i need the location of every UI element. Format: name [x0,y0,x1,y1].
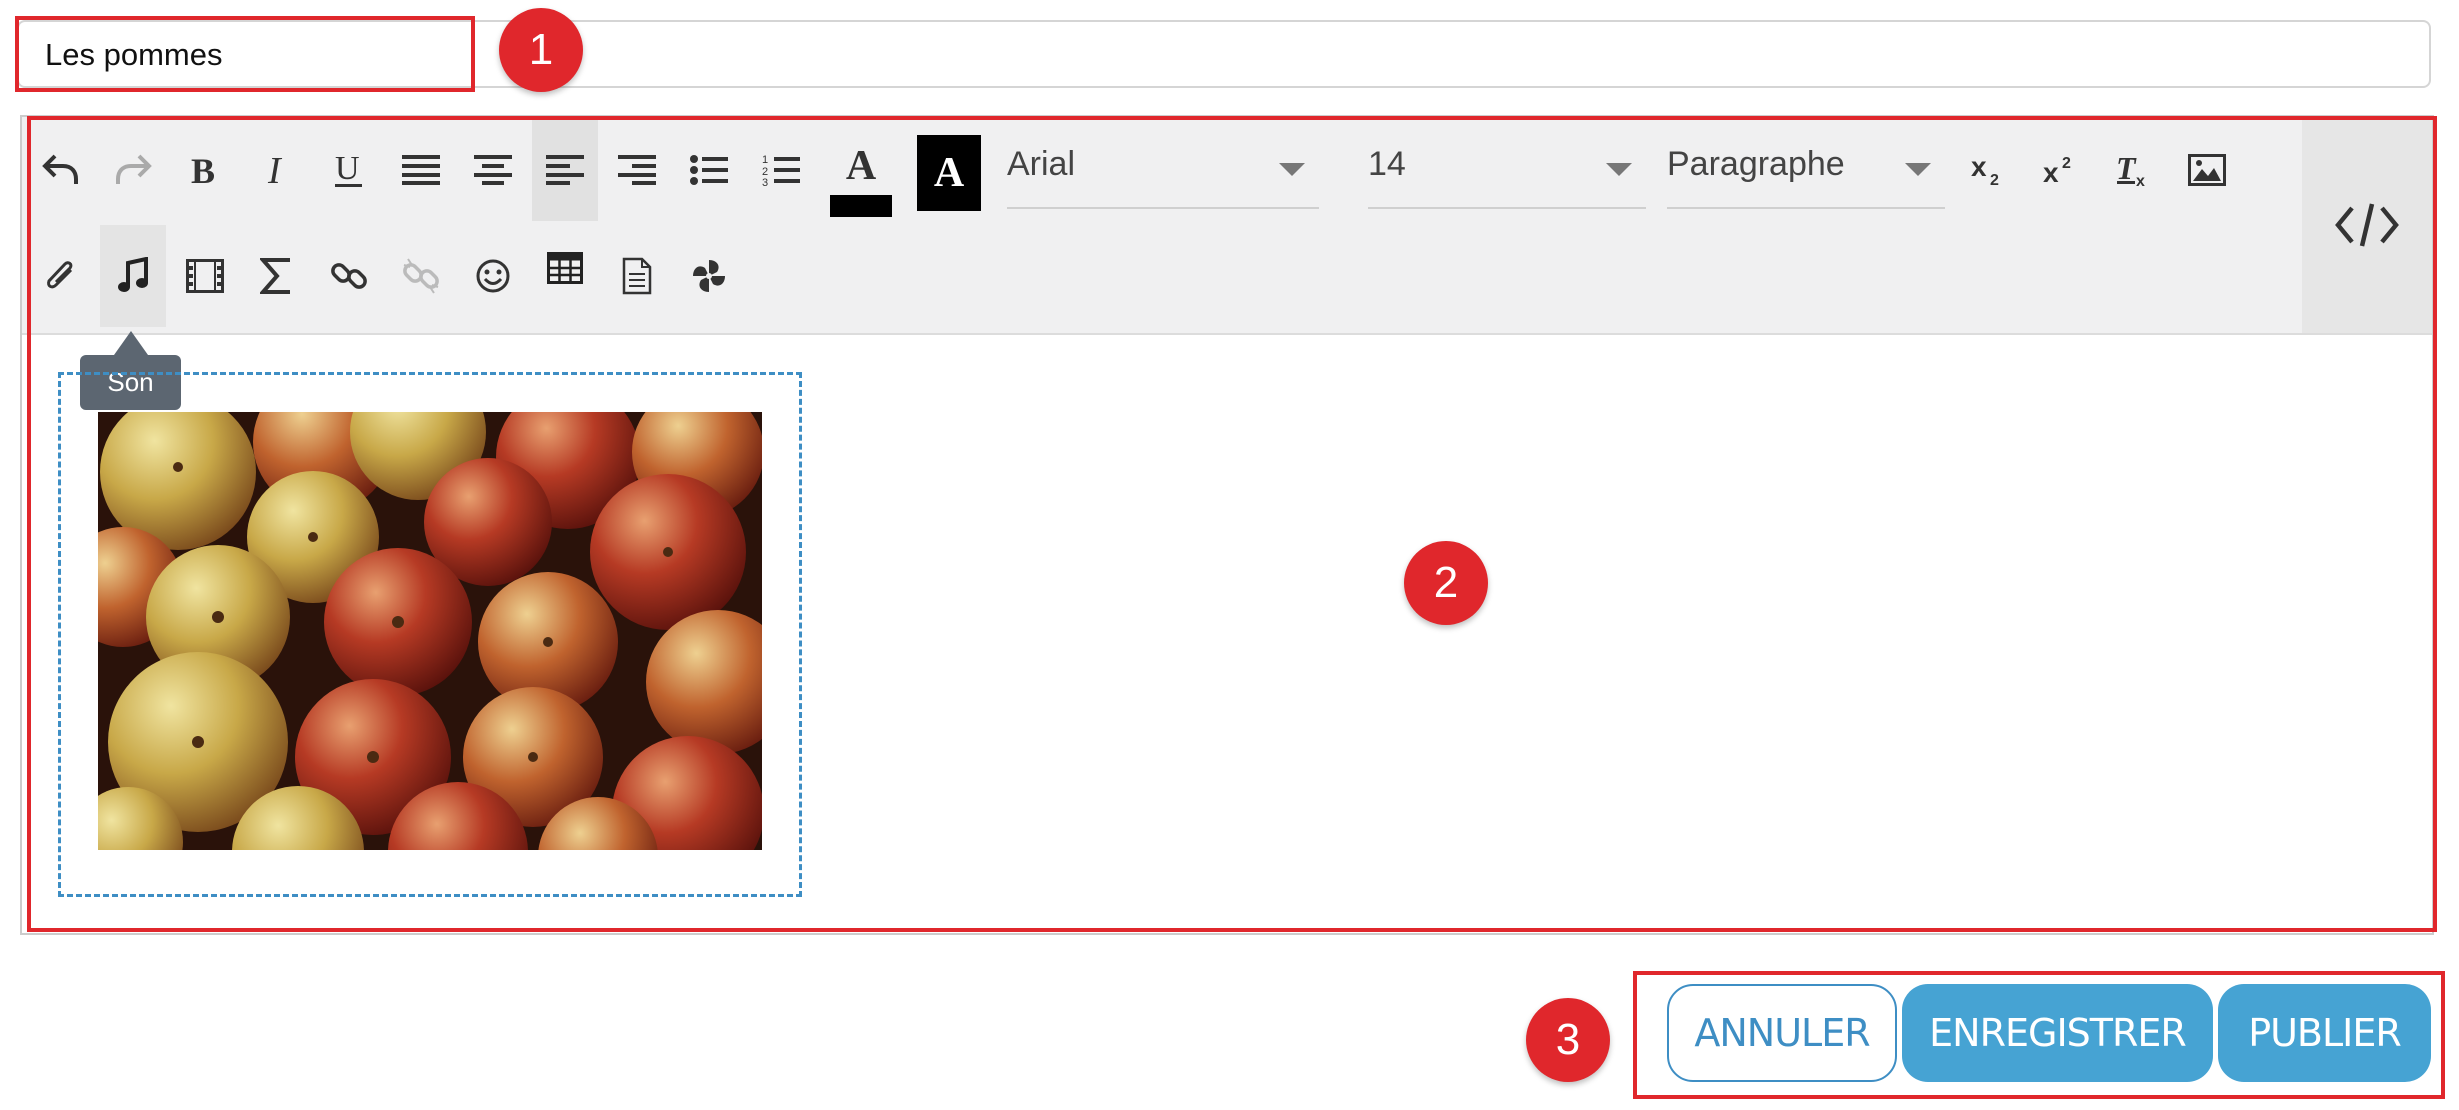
annotation-box-3 [1633,971,2445,1099]
annotation-badge-3: 3 [1526,998,1610,1082]
annotation-box-1 [15,16,475,92]
annotation-badge-2: 2 [1404,541,1488,625]
annotation-badge-1: 1 [499,8,583,92]
annotation-box-2 [27,116,2437,932]
